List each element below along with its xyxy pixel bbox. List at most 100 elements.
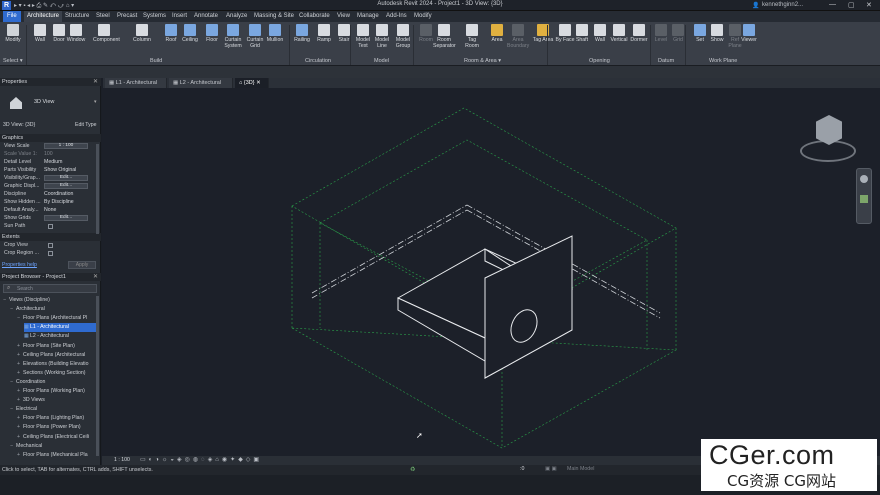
tab-analyze[interactable]: Analyze [226,13,247,19]
zoom-icon[interactable] [860,195,868,203]
properties-close-icon[interactable]: ✕ [93,78,98,85]
group-extents[interactable]: Extents [0,233,101,241]
property-row[interactable]: Visibility/Grap... Edit... [3,174,99,182]
type-selector-chevron-icon[interactable]: ▾ [94,99,97,105]
property-edit-button[interactable]: 1 : 100 [44,143,88,149]
steering-wheel-icon[interactable] [860,175,868,183]
type-name[interactable]: 3D View [34,99,54,105]
property-edit-button[interactable]: Edit... [44,175,88,181]
ribbon-button-ramp[interactable]: Ramp [313,24,335,43]
property-row[interactable]: Crop Region ... [3,249,99,257]
browser-item[interactable]: ▦L1 - Architectural [24,323,96,333]
property-edit-button[interactable]: Edit... [44,183,88,189]
browser-item[interactable]: + Floor Plans (Working Plan) [17,387,96,396]
ribbon-button-curtain-grid[interactable]: Curtain Grid [244,24,266,49]
navigation-bar[interactable] [856,168,872,224]
ribbon-button-viewer[interactable]: Viewer [738,24,760,43]
tab-file[interactable]: File [3,11,21,22]
close-button[interactable]: ✕ [866,1,872,9]
ribbon-button-railing[interactable]: Railing [291,24,313,43]
browser-close-icon[interactable]: ✕ [93,273,98,280]
ribbon-button-component[interactable]: Component [93,24,120,43]
ribbon-button-ceiling[interactable]: Ceiling [179,24,201,43]
ribbon-button-floor[interactable]: Floor [201,24,223,43]
browser-item[interactable]: − Electrical [10,405,96,414]
view-control-icons[interactable]: ▭◐◑☼◒◈◎◍◌◈⌂◉✦◆◇▣ [140,456,262,463]
active-model[interactable]: Main Model [567,466,594,472]
ribbon-button-window[interactable]: Window [65,24,87,43]
tab-steel[interactable]: Steel [96,13,110,19]
properties-help-link[interactable]: Properties help [2,262,37,268]
browser-item[interactable]: + Elevations (Building Elevatio [17,360,96,369]
tab-modify[interactable]: Modify [414,13,432,19]
wall-model[interactable] [396,235,574,379]
ribbon-button-area[interactable]: Area [486,24,508,43]
property-row[interactable]: Graphic Displ... Edit... [3,182,99,190]
browser-item[interactable]: + Floor Plans (Site Plan) [17,342,96,351]
browser-item[interactable]: + Floor Plans (Power Plan) [17,423,96,432]
browser-item[interactable]: + Ceiling Plans (Architectural [17,351,96,360]
property-row[interactable]: Parts Visibility Show Original [3,166,99,174]
panel-room-area[interactable]: Room & Area ▾ [464,58,501,64]
model-canvas[interactable] [102,88,880,456]
property-checkbox[interactable] [48,224,53,229]
ribbon-button-dormer[interactable]: Dormer [628,24,650,43]
tab-systems[interactable]: Systems [143,13,166,19]
property-checkbox[interactable] [48,251,53,256]
property-checkbox[interactable] [48,243,53,248]
property-row[interactable]: Sun Path [3,222,99,230]
ribbon-button-area-boundary[interactable]: Area Boundary [507,24,529,49]
property-row[interactable]: View Scale 1 : 100 [3,142,99,150]
filter-icon[interactable]: ▣ ▣ [545,466,556,472]
browser-item[interactable]: +3D Views [17,396,96,405]
property-row[interactable]: Show Grids Edit... [3,214,99,222]
tab-architecture[interactable]: Architecture [24,11,63,22]
worksharing-icon[interactable]: ♻ [410,466,415,473]
browser-item[interactable]: + Ceiling Plans (Electrical Ceili [17,433,96,442]
view-scale[interactable]: 1 : 100 [114,457,130,463]
edit-type-button[interactable]: Edit Type [75,122,97,128]
property-edit-button[interactable]: Edit... [44,215,88,221]
browser-item[interactable]: − Floor Plans (Architectural Pl [17,314,96,323]
property-row[interactable]: Discipline Coordination [3,190,99,198]
browser-item[interactable]: ▦L2 - Architectural [24,332,96,341]
3d-viewport[interactable]: ➚ [102,88,880,456]
tab-massing-site[interactable]: Massing & Site [254,13,294,19]
ribbon-button-modify[interactable]: Modify [2,24,24,43]
property-row[interactable]: Crop View [3,241,99,249]
ribbon-button-room-separator[interactable]: Room Separator [433,24,456,49]
tab-close-icon[interactable]: ✕ [255,80,261,86]
browser-item[interactable]: − Views (Discipline) [3,296,96,305]
tab-structure[interactable]: Structure [65,13,89,19]
user-icon[interactable]: 👤 [752,2,759,9]
apply-button[interactable]: Apply [68,261,96,269]
minimize-button[interactable]: — [829,1,836,8]
property-row[interactable]: Default Analy... None [3,206,99,214]
ribbon-button-column[interactable]: Column [131,24,153,43]
ribbon-button-mullion[interactable]: Mullion [264,24,286,43]
tab-insert[interactable]: Insert [172,13,187,19]
tab-annotate[interactable]: Annotate [194,13,218,19]
tab-precast[interactable]: Precast [117,13,137,19]
browser-item[interactable]: + Floor Plans (Mechanical Pla [17,451,96,460]
browser-item[interactable]: − Coordination [10,378,96,387]
property-row[interactable]: Scale Value 1: 100 [3,150,99,158]
property-row[interactable]: Show Hidden ... By Discipline [3,198,99,206]
property-row[interactable]: Detail Level Medium [3,158,99,166]
browser-scrollbar[interactable] [96,296,99,456]
user-name[interactable]: kennethginn2... [762,2,803,8]
ribbon-button-curtain-system[interactable]: Curtain System [222,24,244,49]
view-selector[interactable]: 3D View: {3D} [3,122,35,128]
ribbon-button-model-group[interactable]: Model Group [392,24,414,49]
doc-tab-l2[interactable]: ▦ L2 - Architectural [169,78,233,88]
panel-select[interactable]: Select ▾ [3,58,23,64]
tab-collaborate[interactable]: Collaborate [299,13,330,19]
tab-manage[interactable]: Manage [357,13,379,19]
browser-search-input[interactable]: ⌕ Search [3,284,97,293]
browser-item[interactable]: − Architectural [10,305,96,314]
ribbon-button-tag-area[interactable]: Tag Area [532,24,554,43]
maximize-button[interactable]: ▢ [848,1,855,9]
ribbon-button-model-line[interactable]: Model Line [371,24,393,49]
properties-scrollbar[interactable] [96,144,99,234]
doc-tab-l1[interactable]: ▦ L1 - Architectural [105,78,167,88]
